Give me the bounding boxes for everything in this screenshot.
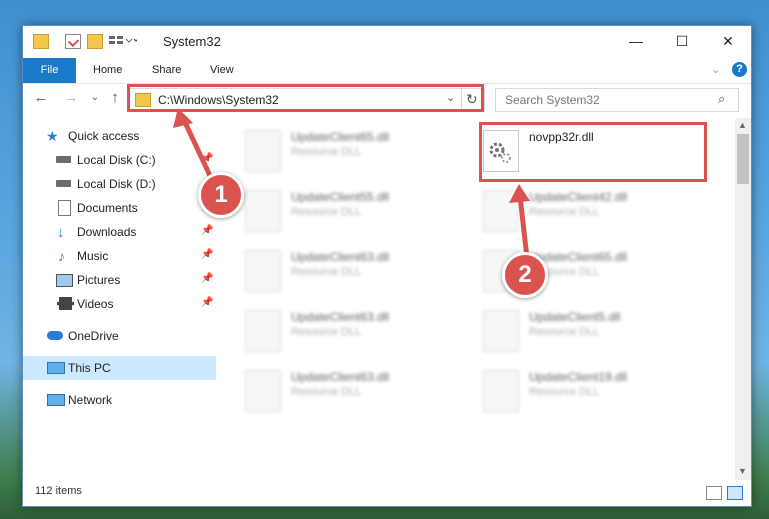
annotation-arrows [173,108,530,259]
arrow-1 [180,116,215,182]
step-badge-2: 2 [502,252,548,298]
step-badge-1: 1 [198,172,244,218]
arrow-2 [517,195,530,259]
arrowhead-2 [509,184,530,203]
arrowhead-1 [173,108,193,128]
